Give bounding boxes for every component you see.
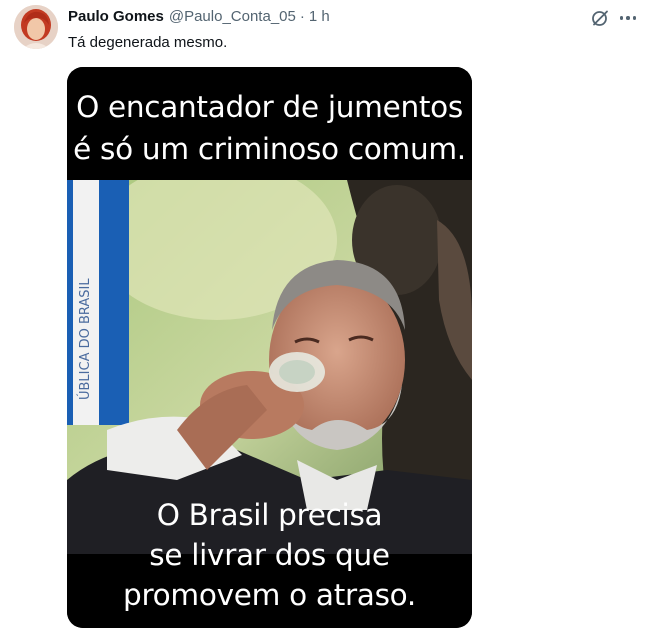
tweet[interactable]: Paulo Gomes @Paulo_Conta_05 · 1 h Tá deg… — [0, 0, 650, 628]
separator-dot: · — [299, 8, 305, 25]
meme-caption-bottom-line-3: promovem o atraso. — [123, 578, 416, 612]
tweet-header: Paulo Gomes @Paulo_Conta_05 · 1 h — [68, 7, 330, 27]
meme-caption-bottom: O Brasil precisa se livrar dos que promo… — [67, 498, 472, 628]
timestamp[interactable]: 1 h — [309, 7, 330, 27]
meme-caption-top: O encantador de jumentos é só um crimino… — [67, 67, 472, 180]
author-handle[interactable]: @Paulo_Conta_05 — [169, 7, 296, 27]
meme-caption-bottom-line-1: O Brasil precisa — [156, 498, 383, 532]
flag-text: ÚBLICA DO BRASIL — [77, 278, 93, 400]
more-options-icon[interactable] — [617, 7, 639, 29]
grok-icon[interactable] — [589, 7, 611, 29]
tweet-text: Tá degenerada mesmo. — [68, 34, 228, 51]
avatar-image — [14, 5, 58, 49]
avatar[interactable] — [14, 5, 58, 49]
tweet-media-image[interactable]: O encantador de jumentos é só um crimino… — [67, 67, 472, 628]
meme-caption-top-line-1: O encantador de jumentos — [76, 90, 463, 124]
author-name[interactable]: Paulo Gomes — [68, 7, 164, 27]
meme-caption-bottom-line-2: se livrar dos que — [149, 538, 390, 572]
meme-caption-top-line-2: é só um criminoso comum. — [73, 132, 466, 166]
